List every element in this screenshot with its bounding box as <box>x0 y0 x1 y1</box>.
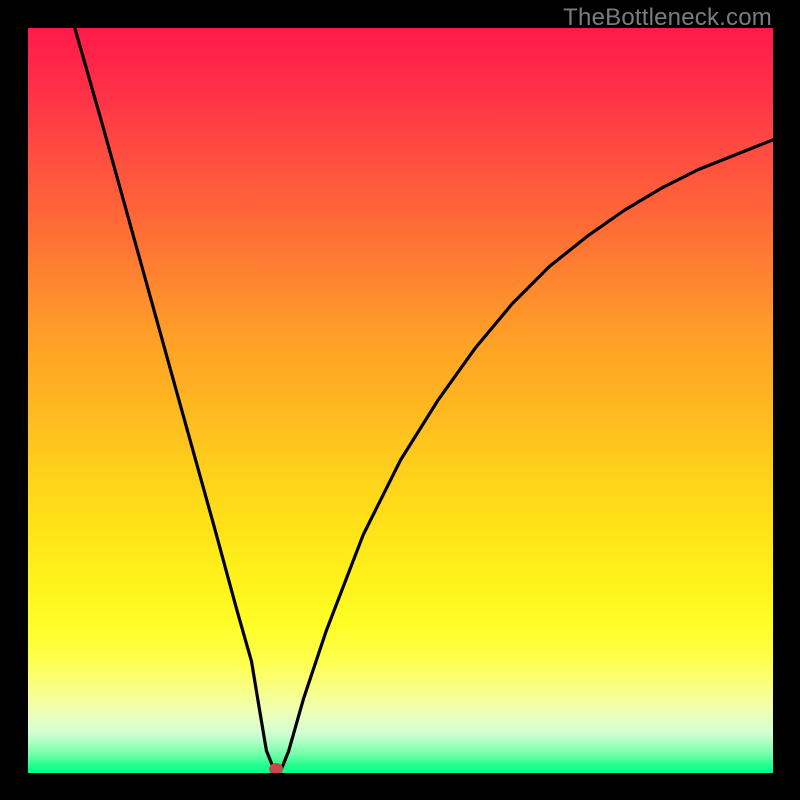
plot-area <box>28 28 773 773</box>
watermark-text: TheBottleneck.com <box>563 4 772 32</box>
chart-frame: TheBottleneck.com <box>0 0 800 800</box>
minimum-marker <box>269 763 283 773</box>
bottleneck-curve <box>28 28 773 773</box>
